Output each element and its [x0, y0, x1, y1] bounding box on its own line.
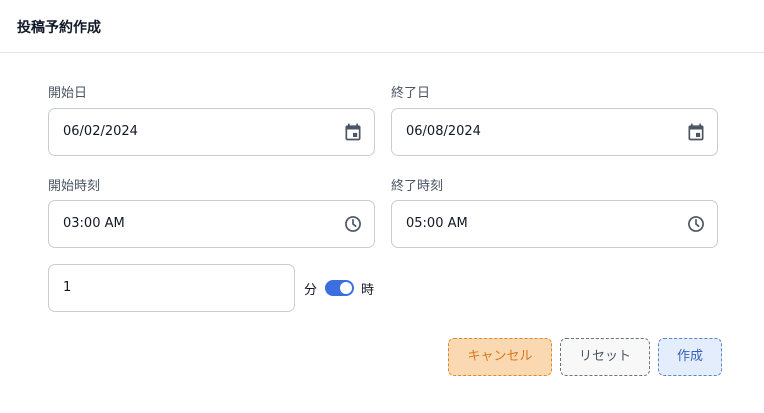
hours-unit-label: 時: [361, 283, 375, 298]
reset-button[interactable]: リセット: [560, 338, 650, 376]
start-date-value: 06/02/2024: [63, 124, 138, 139]
interval-value: 1: [63, 280, 72, 295]
interval-input[interactable]: 1: [48, 264, 295, 312]
dialog-header: 投稿予約作成: [0, 0, 764, 53]
toggle-knob: [340, 282, 352, 294]
calendar-icon[interactable]: [686, 122, 706, 142]
start-time-field[interactable]: 03:00 AM: [48, 200, 375, 248]
start-date-label: 開始日: [48, 86, 88, 101]
start-time-label: 開始時刻: [48, 179, 101, 194]
minutes-unit-label: 分: [304, 283, 318, 298]
end-date-value: 06/08/2024: [406, 124, 481, 139]
unit-toggle[interactable]: [325, 280, 354, 296]
cancel-button[interactable]: キャンセル: [448, 338, 552, 376]
clock-icon[interactable]: [343, 214, 363, 234]
calendar-icon[interactable]: [343, 122, 363, 142]
end-time-value: 05:00 AM: [406, 216, 468, 231]
start-date-field[interactable]: 06/02/2024: [48, 108, 375, 156]
end-time-field[interactable]: 05:00 AM: [391, 200, 718, 248]
dialog-title: 投稿予約作成: [17, 20, 101, 36]
end-date-field[interactable]: 06/08/2024: [391, 108, 718, 156]
clock-icon[interactable]: [686, 214, 706, 234]
start-time-value: 03:00 AM: [63, 216, 125, 231]
end-date-label: 終了日: [391, 86, 431, 101]
post-schedule-dialog: 投稿予約作成 開始日 06/02/2024 終了日 06/08/2024 開始時…: [0, 0, 764, 413]
create-button[interactable]: 作成: [658, 338, 722, 376]
end-time-label: 終了時刻: [391, 179, 444, 194]
